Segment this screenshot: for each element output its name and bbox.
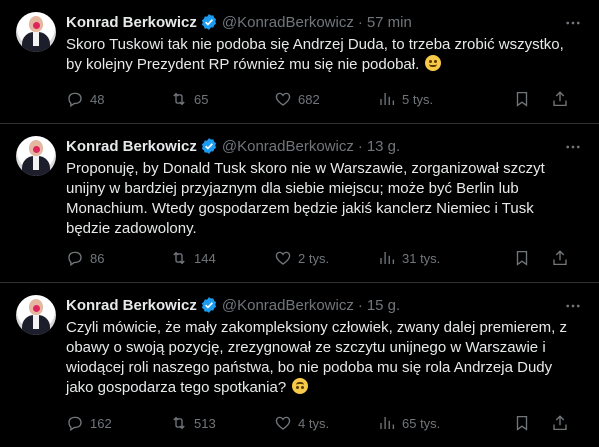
tweet[interactable]: Konrad Berkowicz @KonradBerkowicz · 15 g… bbox=[0, 283, 599, 447]
share-icon bbox=[553, 91, 567, 107]
retweet-button[interactable]: 513 bbox=[170, 414, 274, 432]
reply-icon bbox=[68, 416, 82, 432]
views-button[interactable]: 65 tys. bbox=[378, 414, 482, 432]
timestamp[interactable]: 15 g. bbox=[367, 297, 400, 314]
like-button[interactable]: 4 tys. bbox=[274, 414, 378, 432]
author-name[interactable]: Konrad Berkowicz bbox=[66, 14, 197, 31]
timeline-feed: Konrad Berkowicz @KonradBerkowicz · 57 m… bbox=[0, 0, 599, 447]
tweet-text: Skoro Tuskowi tak nie podoba się Andrzej… bbox=[66, 35, 581, 75]
retweet-icon bbox=[173, 92, 185, 106]
share-button[interactable] bbox=[551, 249, 569, 267]
retweet-count: 513 bbox=[194, 415, 216, 431]
author-handle[interactable]: @KonradBerkowicz bbox=[222, 138, 354, 155]
reply-button[interactable]: 48 bbox=[66, 90, 170, 108]
retweet-count: 65 bbox=[194, 91, 209, 107]
heart-icon bbox=[275, 251, 291, 265]
verified-badge-icon bbox=[200, 13, 218, 31]
avatar[interactable] bbox=[16, 12, 56, 52]
view-count: 65 tys. bbox=[402, 415, 441, 431]
tweet-text: Czyli mówicie, że mały zakompleksiony cz… bbox=[66, 318, 581, 398]
share-icon bbox=[553, 250, 567, 266]
separator: · bbox=[357, 296, 363, 314]
tweet-actions: 48 65 682 5 tys. bbox=[66, 89, 583, 109]
views-button[interactable]: 5 tys. bbox=[378, 90, 482, 108]
like-count: 682 bbox=[298, 91, 320, 107]
tweet-actions: 86 144 2 tys. 31 tys. bbox=[66, 248, 583, 268]
reply-icon bbox=[68, 92, 82, 108]
tweet[interactable]: Konrad Berkowicz @KonradBerkowicz · 13 g… bbox=[0, 124, 599, 283]
more-options-icon[interactable] bbox=[563, 137, 583, 157]
timestamp[interactable]: 13 g. bbox=[367, 138, 400, 155]
heart-icon bbox=[275, 416, 291, 430]
tweet-text-content: Skoro Tuskowi tak nie podoba się Andrzej… bbox=[66, 36, 564, 73]
reply-count: 86 bbox=[90, 250, 105, 266]
tweet-text-content: Czyli mówicie, że mały zakompleksiony cz… bbox=[66, 319, 567, 396]
avatar[interactable] bbox=[16, 295, 56, 335]
share-button[interactable] bbox=[551, 90, 569, 108]
reply-button[interactable]: 162 bbox=[66, 414, 170, 432]
retweet-icon bbox=[173, 416, 185, 430]
view-count: 5 tys. bbox=[402, 91, 434, 107]
tweet[interactable]: Konrad Berkowicz @KonradBerkowicz · 57 m… bbox=[0, 0, 599, 124]
reply-count: 48 bbox=[90, 91, 105, 107]
author-name[interactable]: Konrad Berkowicz bbox=[66, 138, 197, 155]
tweet-header: Konrad Berkowicz @KonradBerkowicz · 13 g… bbox=[66, 136, 583, 156]
bookmark-icon bbox=[516, 250, 528, 266]
verified-badge-icon bbox=[200, 296, 218, 314]
reply-count: 162 bbox=[90, 415, 112, 431]
avatar[interactable] bbox=[16, 136, 56, 176]
author-handle[interactable]: @KonradBerkowicz bbox=[222, 14, 354, 31]
timestamp[interactable]: 57 min bbox=[367, 14, 412, 31]
more-options-icon[interactable] bbox=[563, 296, 583, 316]
like-count: 2 tys. bbox=[298, 250, 330, 266]
reply-icon bbox=[68, 251, 82, 267]
verified-badge-icon bbox=[200, 137, 218, 155]
bookmark-icon bbox=[516, 91, 528, 107]
tweet-text: Proponuję, by Donald Tusk skoro nie w Wa… bbox=[66, 160, 545, 237]
retweet-button[interactable]: 144 bbox=[170, 249, 274, 267]
like-button[interactable]: 682 bbox=[274, 90, 378, 108]
views-chart-icon bbox=[380, 417, 395, 429]
like-button[interactable]: 2 tys. bbox=[274, 249, 378, 267]
retweet-count: 144 bbox=[194, 250, 216, 266]
wink-emoji bbox=[425, 55, 442, 71]
tweet-header: Konrad Berkowicz @KonradBerkowicz · 15 g… bbox=[66, 295, 583, 315]
retweet-button[interactable]: 65 bbox=[170, 90, 274, 108]
bookmark-button[interactable] bbox=[513, 249, 531, 267]
bookmark-button[interactable] bbox=[513, 414, 531, 432]
like-count: 4 tys. bbox=[298, 415, 330, 431]
retweet-icon bbox=[173, 251, 185, 265]
author-name[interactable]: Konrad Berkowicz bbox=[66, 297, 197, 314]
views-button[interactable]: 31 tys. bbox=[378, 249, 482, 267]
view-count: 31 tys. bbox=[402, 250, 441, 266]
bookmark-button[interactable] bbox=[513, 90, 531, 108]
views-chart-icon bbox=[380, 252, 395, 264]
bookmark-icon bbox=[516, 415, 528, 431]
share-button[interactable] bbox=[551, 414, 569, 432]
separator: · bbox=[357, 13, 363, 31]
author-handle[interactable]: @KonradBerkowicz bbox=[222, 297, 354, 314]
heart-icon bbox=[275, 92, 291, 106]
tweet-header: Konrad Berkowicz @KonradBerkowicz · 57 m… bbox=[66, 12, 583, 32]
views-chart-icon bbox=[380, 93, 395, 105]
more-options-icon[interactable] bbox=[563, 13, 583, 33]
reply-button[interactable]: 86 bbox=[66, 249, 170, 267]
upside-down-face-emoji bbox=[292, 378, 309, 394]
separator: · bbox=[357, 137, 363, 155]
share-icon bbox=[553, 415, 567, 431]
tweet-actions: 162 513 4 tys. 65 tys. bbox=[66, 413, 583, 433]
